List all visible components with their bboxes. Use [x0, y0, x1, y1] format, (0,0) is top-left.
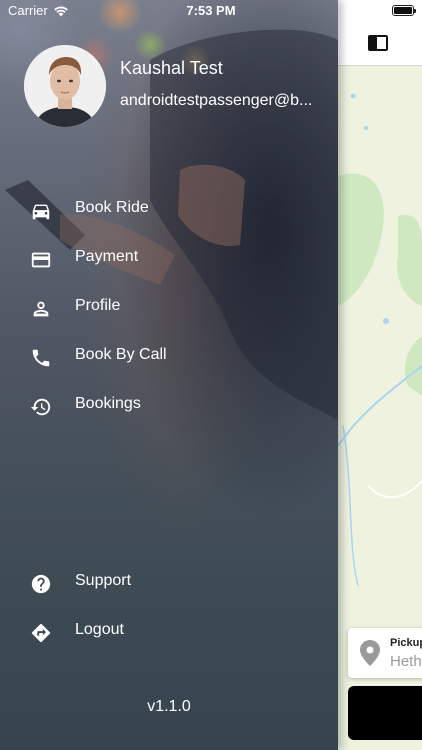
- pickup-title: Pickup: [390, 637, 422, 649]
- map-stream: [342, 425, 359, 587]
- sidebar-toggle-icon[interactable]: [368, 35, 388, 51]
- map-park-area: [404, 336, 422, 396]
- help-circle-icon: [31, 574, 51, 594]
- menu-item-bookings[interactable]: Bookings: [0, 384, 338, 428]
- map-park-area: [338, 173, 384, 306]
- credit-card-icon: [31, 252, 51, 268]
- history-icon: [30, 398, 51, 416]
- pickup-card[interactable]: Pickup Heth: [348, 628, 422, 678]
- book-button[interactable]: [348, 686, 422, 740]
- menu-label: Payment: [75, 248, 139, 265]
- menu-item-logout[interactable]: Logout: [0, 610, 338, 654]
- menu-item-support[interactable]: Support: [0, 561, 338, 605]
- wifi-icon: [53, 6, 68, 16]
- menu-item-book-ride[interactable]: Book Ride: [0, 188, 338, 232]
- location-pin-icon: [360, 640, 380, 666]
- phone-icon: [32, 349, 50, 367]
- map-pond: [383, 318, 389, 324]
- side-drawer: Kaushal Test androidtestpassenger@b... B…: [0, 0, 338, 750]
- person-icon: [33, 301, 49, 317]
- status-left: Carrier: [8, 3, 69, 18]
- menu-item-profile[interactable]: Profile: [0, 286, 338, 330]
- user-email: androidtestpassenger@b...: [120, 92, 313, 109]
- battery-icon: [392, 5, 416, 16]
- menu-label: Bookings: [75, 395, 141, 412]
- user-name: Kaushal Test: [120, 58, 223, 78]
- menu-label: Profile: [75, 297, 121, 314]
- map-view[interactable]: Pickup Heth: [338, 0, 422, 750]
- menu-item-book-by-call[interactable]: Book By Call: [0, 335, 338, 379]
- menu-label: Book By Call: [75, 346, 167, 363]
- app-version: v1.1.0: [147, 698, 191, 715]
- avatar[interactable]: [24, 45, 106, 127]
- user-photo: [24, 45, 106, 127]
- menu-label: Book Ride: [75, 199, 149, 216]
- menu-item-payment[interactable]: Payment: [0, 237, 338, 281]
- menu-label: Logout: [75, 621, 124, 638]
- carrier-label: Carrier: [8, 3, 48, 18]
- map-pond: [364, 126, 368, 130]
- map-road: [367, 480, 422, 499]
- map-park-area: [397, 215, 422, 306]
- menu-label: Support: [75, 572, 132, 589]
- directions-icon: [31, 623, 51, 643]
- pickup-address[interactable]: Heth: [390, 653, 422, 670]
- status-bar: Carrier 7:53 PM: [0, 0, 422, 22]
- car-icon: [32, 204, 50, 220]
- map-pond: [350, 93, 356, 99]
